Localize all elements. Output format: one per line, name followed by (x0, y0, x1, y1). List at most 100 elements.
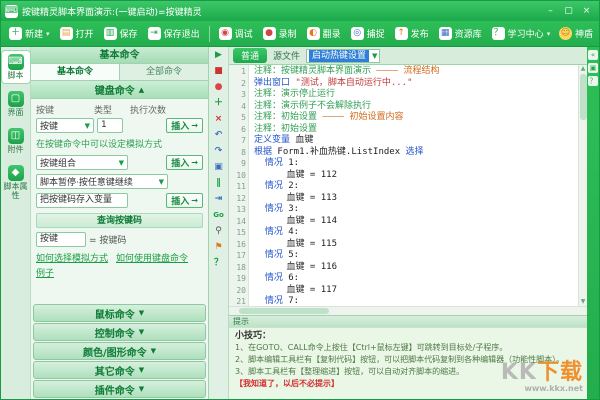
user-chip[interactable]: ☺ 神盾 (559, 27, 595, 40)
code-line[interactable]: 血键 = 113 (254, 193, 578, 205)
code-line[interactable]: 注释：按键精灵脚本界面演示 ———— 流程结构 (254, 66, 578, 78)
sidebar-item-attachment[interactable]: ◫附件 (2, 125, 30, 157)
copy-code-icon[interactable]: ▣ (212, 161, 226, 174)
key-select[interactable]: 按键 ▼ (36, 118, 94, 133)
store-keycode-field[interactable]: 把按键码存入变量 (36, 193, 128, 208)
tips-dismiss-link[interactable]: 【我知道了，以后不必提示】 (235, 378, 581, 390)
code-editor[interactable]: 123456789101112131415161718192021 注释：按键精… (229, 65, 587, 306)
save-button[interactable]: ▥保存 (100, 25, 142, 42)
query-key-input[interactable]: 按键 (36, 232, 86, 247)
code-line[interactable]: 弹出窗口 "测试，脚本自动运行中..." (254, 78, 578, 90)
chevron-down-icon: ▾ (547, 30, 551, 38)
count-input[interactable]: 1 (97, 118, 123, 133)
section-bar-1[interactable]: 控制命令▼ (33, 323, 206, 341)
section-bar-3[interactable]: 其它命令▼ (33, 361, 206, 379)
panel-tab-1[interactable]: 全部命令 (120, 64, 208, 80)
minimize-button[interactable]: – (542, 4, 559, 18)
insert-combo-button[interactable]: 插入 → (166, 155, 203, 170)
script-properties-label: 脚本属性 (3, 182, 29, 200)
scroll-down-icon[interactable]: ▼ (581, 298, 586, 306)
tip-item-0: 1、在GOTO、CALL命令上按住【Ctrl+鼠标左键】可跳转到目标处/子程序。 (235, 342, 581, 354)
board-icon[interactable]: ▣ (588, 63, 598, 73)
scroll-up-icon[interactable]: ▲ (581, 65, 586, 73)
scrollbar-thumb[interactable] (239, 308, 329, 314)
vertical-scrollbar[interactable]: ▲ ▼ (578, 65, 587, 306)
capture-icon: ◎ (351, 27, 364, 40)
code-lines[interactable]: 注释：按键精灵脚本界面演示 ———— 流程结构弹出窗口 "测试，脚本自动运行中.… (249, 65, 578, 306)
section-bar-2[interactable]: 颜色/图形命令▼ (33, 342, 206, 360)
help-icon[interactable]: ？ (212, 257, 226, 270)
code-line[interactable]: 情况 4: (254, 227, 578, 239)
panel-tab-0[interactable]: 基本命令 (31, 64, 120, 80)
new-button[interactable]: ＋新建▾ (5, 25, 54, 42)
horizontal-scrollbar[interactable] (229, 306, 587, 315)
comment-icon[interactable]: ∥ (212, 177, 226, 190)
section-bar-0[interactable]: 鼠标命令▼ (33, 304, 206, 322)
bookmark-icon[interactable]: ⚑ (212, 241, 226, 254)
redo-icon[interactable]: ↷ (212, 145, 226, 158)
delete-line-icon[interactable]: × (212, 113, 226, 126)
help-link-2[interactable]: 例子 (36, 266, 54, 279)
help-link-1[interactable]: 如何使用键盘命令 (116, 251, 188, 264)
find-icon[interactable]: ⚲ (212, 225, 226, 238)
debug-button[interactable]: ◉调试 (215, 25, 257, 42)
hotkey-combo-value: 启动热键设置 (309, 50, 369, 62)
code-line[interactable]: 血键 = 114 (254, 216, 578, 228)
tips-title: 小技巧： (235, 330, 581, 342)
pause-select[interactable]: 脚本暂停·按任意键继续 ▼ (36, 174, 168, 189)
view-tab-normal[interactable]: 普通 (233, 48, 267, 63)
panel-title: 基本命令 (31, 47, 208, 64)
code-line[interactable]: 情况 2: (254, 181, 578, 193)
code-line[interactable]: 情况 6: (254, 273, 578, 285)
code-line[interactable]: 情况 5: (254, 250, 578, 262)
code-line[interactable]: 情况 1: (254, 158, 578, 170)
insert-store-button[interactable]: 插入 → (166, 193, 203, 208)
code-line[interactable]: 注释：演示停止运行 (254, 89, 578, 101)
maximize-button[interactable]: ▢ (560, 4, 577, 18)
code-line[interactable]: 血键 = 115 (254, 239, 578, 251)
help-icon[interactable]: ？ (588, 76, 598, 86)
line-number: 4 (229, 101, 246, 113)
indent-icon[interactable]: ⇥ (212, 193, 226, 206)
capture-button[interactable]: ◎捕捉 (347, 25, 389, 42)
goto-icon[interactable]: Go (212, 209, 226, 222)
add-line-icon[interactable]: ＋ (212, 97, 226, 110)
library-button[interactable]: ▦资源库 (435, 25, 486, 42)
section-label: 颜色/图形命令 (83, 344, 147, 359)
view-tab-source[interactable]: 源文件 (273, 49, 300, 62)
save-exit-button[interactable]: ⇥保存退出 (144, 25, 204, 42)
undo-icon[interactable]: ↶ (212, 129, 226, 142)
collapse-panel-icon[interactable]: « (588, 50, 598, 60)
output-bar[interactable]: 提示 (229, 315, 587, 327)
learn-center-button[interactable]: ？学习中心▾ (488, 25, 555, 42)
scrollbar-thumb[interactable] (580, 74, 587, 120)
insert-key-button[interactable]: 插入 → (166, 118, 203, 133)
close-button[interactable]: × (578, 4, 595, 18)
record-button[interactable]: ●录制 (259, 25, 301, 42)
code-line[interactable]: 注释：初始设置 ———— 初始设置内容 (254, 112, 578, 124)
record-icon[interactable]: ● (212, 81, 226, 94)
code-line[interactable]: 注释：演示例子不会解除执行 (254, 101, 578, 113)
stop-icon[interactable]: ■ (212, 65, 226, 78)
code-line[interactable]: 情况 7: (254, 296, 578, 306)
run-icon[interactable]: ▶ (212, 49, 226, 62)
sidebar-item-ui[interactable]: ▢界面 (2, 88, 30, 120)
sidebar-item-script-properties[interactable]: ◆脚本属性 (2, 162, 30, 203)
hotkey-combo[interactable]: 启动热键设置 ▼ (306, 49, 380, 63)
key-combo-select[interactable]: 按键组合 ▼ (36, 155, 128, 170)
help-link-0[interactable]: 如何选择模拟方式 (36, 251, 108, 264)
chevron-down-icon: ▼ (159, 178, 164, 186)
code-line[interactable]: 血键 = 112 (254, 170, 578, 182)
code-line[interactable]: 定义变量 血键 (254, 135, 578, 147)
code-line[interactable]: 血键 = 117 (254, 285, 578, 297)
keyboard-section-header[interactable]: 键盘命令 ▲ (31, 81, 208, 99)
code-line[interactable]: 血键 = 116 (254, 262, 578, 274)
code-line[interactable]: 情况 3: (254, 204, 578, 216)
code-line[interactable]: 根据 Form1.补血热键.ListIndex 选择 (254, 147, 578, 159)
open-button[interactable]: ▤打开 (56, 25, 98, 42)
sidebar-item-script[interactable]: ⌨脚本 (2, 51, 30, 83)
rerecord-button[interactable]: ◐翻录 (303, 25, 345, 42)
section-bar-4[interactable]: 插件命令▼ (33, 380, 206, 398)
code-line[interactable]: 注释：初始设置 (254, 124, 578, 136)
publish-button[interactable]: ↑发布 (391, 25, 433, 42)
